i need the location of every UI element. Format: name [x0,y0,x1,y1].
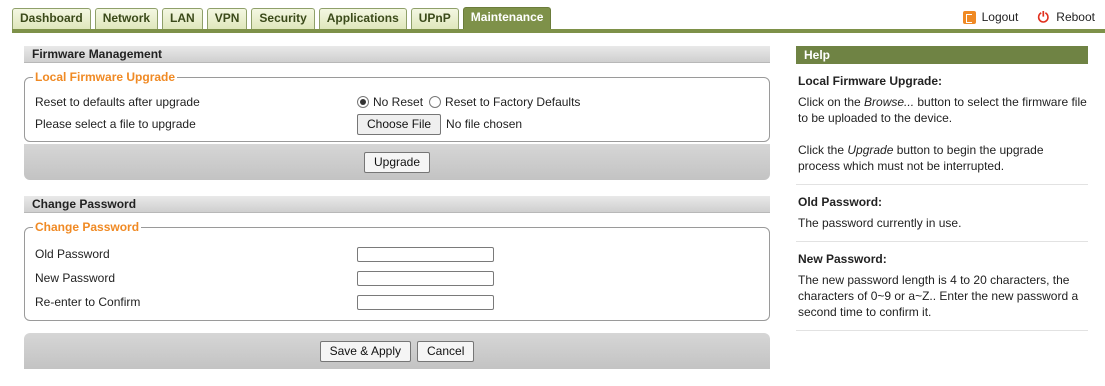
new-password-row: New Password [35,266,759,290]
tab-upnp[interactable]: UPnP [410,8,459,29]
new-password-input[interactable] [357,270,494,286]
reset-label: Reset to defaults after upgrade [35,95,200,109]
no-file-text: No file chosen [446,117,523,131]
factory-reset-radio-circle[interactable] [429,96,442,108]
no-reset-label: No Reset [373,95,424,109]
factory-reset-radio[interactable]: Reset to Factory Defaults [429,95,580,109]
help-item-title: New Password: [798,252,887,266]
help-text-emphasis: Browse... [864,95,915,109]
upgrade-action-bar: Upgrade [24,144,770,180]
no-reset-radio-circle[interactable] [357,96,369,108]
choose-file-button[interactable]: Choose File [357,113,442,135]
firmware-section-title: Firmware Management [24,46,770,63]
help-text-emphasis: Upgrade [847,143,894,157]
old-password-label: Old Password [35,247,110,261]
change-password-legend: Change Password [35,220,140,234]
help-item-text: The password currently in use. [798,216,962,230]
logout-icon [962,10,976,24]
factory-reset-label: Reset to Factory Defaults [445,95,581,109]
reset-row: Reset to defaults after upgrade No Reset… [35,91,759,113]
password-section-title: Change Password [24,196,770,213]
help-item-title: Local Firmware Upgrade: [798,74,943,88]
tab-security[interactable]: Security [251,8,315,29]
top-navigation: Dashboard Network LAN VPN Security Appli… [0,0,1105,34]
help-item-text: Click on the Browse... button to select … [798,94,1088,126]
top-actions: Logout ⏻ Reboot [945,10,1105,24]
main-tabs: Dashboard Network LAN VPN Security Appli… [12,7,552,30]
main-content: Firmware Management Local Firmware Upgra… [24,46,770,369]
reboot-button[interactable]: ⏻ Reboot [1036,10,1095,24]
tab-dashboard[interactable]: Dashboard [12,8,91,29]
help-item-title: Old Password: [798,195,883,209]
cancel-button[interactable]: Cancel [417,340,475,362]
no-reset-radio[interactable]: No Reset [357,95,423,109]
help-item-text: The new password length is 4 to 20 chara… [798,273,1079,319]
change-password-group: Change Password Old Password New Passwor… [24,220,770,321]
old-password-input[interactable] [357,246,494,262]
tab-lan[interactable]: LAN [162,8,203,29]
confirm-password-input[interactable] [357,294,494,310]
help-item-old-password: Old Password: The password currently in … [796,185,1088,242]
confirm-password-row: Re-enter to Confirm [35,290,759,314]
local-firmware-upgrade-group: Local Firmware Upgrade Reset to defaults… [24,70,770,142]
tab-vpn[interactable]: VPN [206,8,248,29]
logout-label: Logout [981,10,1019,24]
help-panel: Help Local Firmware Upgrade: Click on th… [796,46,1088,331]
help-item-firmware: Local Firmware Upgrade: Click on the Bro… [796,64,1088,185]
tab-network[interactable]: Network [94,8,159,29]
tab-applications[interactable]: Applications [318,8,407,29]
tab-maintenance[interactable]: Maintenance [462,7,552,29]
new-password-label: New Password [35,271,116,285]
help-text-part: Click the [798,143,848,157]
logout-button[interactable]: Logout [962,10,1019,24]
old-password-row: Old Password [35,242,759,266]
help-text-part: Click on the [798,95,865,109]
confirm-password-label: Re-enter to Confirm [35,295,141,309]
file-row: Please select a file to upgrade Choose F… [35,113,759,135]
power-icon: ⏻ [1037,9,1049,25]
help-item-text: Click the Upgrade button to begin the up… [798,142,1088,174]
local-firmware-upgrade-legend: Local Firmware Upgrade [35,70,176,84]
help-item-new-password: New Password: The new password length is… [796,242,1088,331]
tab-underline [12,29,1105,33]
help-title: Help [796,46,1088,64]
save-apply-button[interactable]: Save & Apply [319,340,412,362]
file-label: Please select a file to upgrade [35,117,196,131]
reboot-label: Reboot [1056,10,1095,24]
password-action-bar: Save & Apply Cancel [24,333,770,369]
upgrade-button[interactable]: Upgrade [363,151,431,173]
